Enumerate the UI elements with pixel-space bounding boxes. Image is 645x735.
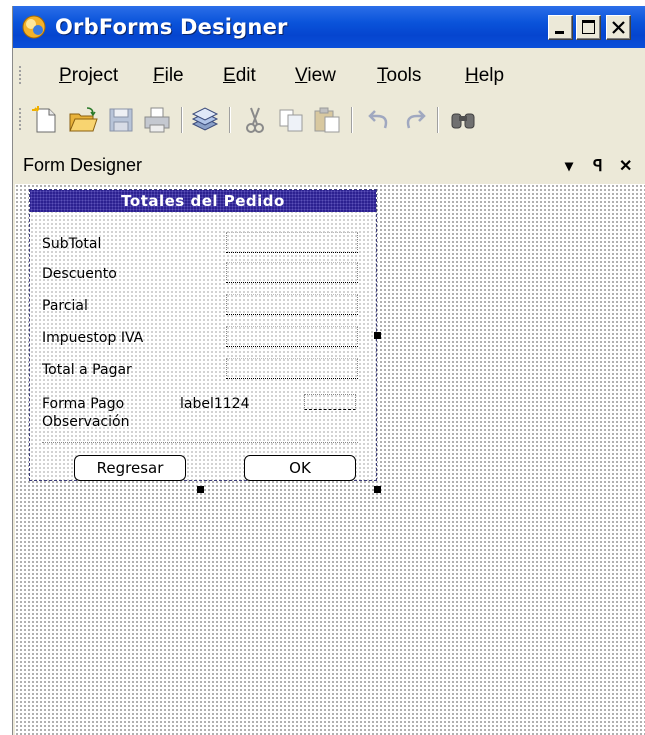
resize-handle-corner[interactable] [374, 486, 381, 493]
label-impuesto-iva[interactable]: Impuestop IVA [42, 330, 143, 346]
close-icon [612, 21, 625, 34]
label-observacion[interactable]: Observación [42, 414, 129, 430]
field-subtotal[interactable] [226, 232, 358, 253]
pin-icon[interactable]: ꟼ [593, 156, 603, 176]
panel-dropdown-icon[interactable]: ▾ [565, 156, 573, 176]
field-descuento[interactable] [226, 262, 358, 283]
toolbar-separator [229, 107, 231, 133]
menu-grip[interactable] [19, 66, 22, 86]
open-folder-icon[interactable] [67, 104, 99, 136]
toolbar-separator [181, 107, 183, 133]
field-total-a-pagar[interactable] [226, 358, 358, 379]
toolbar-separator [351, 107, 353, 133]
forma-pago-popup-trigger[interactable] [304, 394, 356, 410]
label-descuento[interactable]: Descuento [42, 266, 117, 282]
cut-icon[interactable] [239, 104, 271, 136]
field-parcial[interactable] [226, 294, 358, 315]
designer-canvas[interactable]: Totales del Pedido SubTotal Descuento Pa… [15, 184, 645, 735]
forma-pago-value-label[interactable]: label1124 [180, 396, 250, 412]
resize-handle-right[interactable] [374, 332, 381, 339]
label-forma-pago[interactable]: Forma Pago [42, 396, 124, 412]
orbforms-app-icon [22, 15, 46, 39]
title-bar[interactable]: OrbForms Designer [13, 6, 645, 48]
resize-handle-bottom[interactable] [197, 486, 204, 493]
label-subtotal[interactable]: SubTotal [42, 236, 101, 252]
close-button[interactable] [606, 15, 631, 40]
undo-icon[interactable] [363, 104, 395, 136]
find-icon[interactable] [447, 104, 479, 136]
menu-bar: Project File Edit View Tools Help [13, 56, 645, 94]
paste-icon[interactable] [311, 104, 343, 136]
form-designer-header: Form Designer ▾ ꟼ ✕ [13, 148, 645, 184]
maximize-button[interactable] [576, 15, 601, 40]
menu-help[interactable]: Help [465, 65, 504, 87]
app-window: OrbForms Designer Project File Edit View… [12, 6, 645, 735]
menu-project[interactable]: Project [59, 65, 118, 87]
regresar-button[interactable]: Regresar [74, 455, 186, 481]
toolbar [13, 100, 645, 140]
field-impuesto-iva[interactable] [226, 326, 358, 347]
menu-tools[interactable]: Tools [377, 65, 421, 87]
menu-file[interactable]: File [153, 65, 184, 87]
ok-button[interactable]: OK [244, 455, 356, 481]
menu-edit[interactable]: Edit [223, 65, 256, 87]
menu-view[interactable]: View [295, 65, 336, 87]
minimize-button[interactable] [548, 15, 573, 40]
designed-form[interactable]: Totales del Pedido SubTotal Descuento Pa… [29, 189, 377, 481]
label-parcial[interactable]: Parcial [42, 298, 88, 314]
panel-close-icon[interactable]: ✕ [619, 156, 632, 176]
copy-icon[interactable] [275, 104, 307, 136]
new-file-icon[interactable] [29, 104, 61, 136]
form-title-bar[interactable]: Totales del Pedido [30, 190, 376, 212]
field-observacion[interactable] [42, 440, 358, 443]
toolbar-grip[interactable] [19, 108, 22, 132]
label-total-a-pagar[interactable]: Total a Pagar [42, 362, 132, 378]
save-icon[interactable] [105, 104, 137, 136]
window-title: OrbForms Designer [55, 15, 288, 39]
toolbar-separator [437, 107, 439, 133]
redo-icon[interactable] [399, 104, 431, 136]
layers-icon[interactable] [189, 104, 221, 136]
print-icon[interactable] [141, 104, 173, 136]
panel-title: Form Designer [23, 155, 143, 175]
